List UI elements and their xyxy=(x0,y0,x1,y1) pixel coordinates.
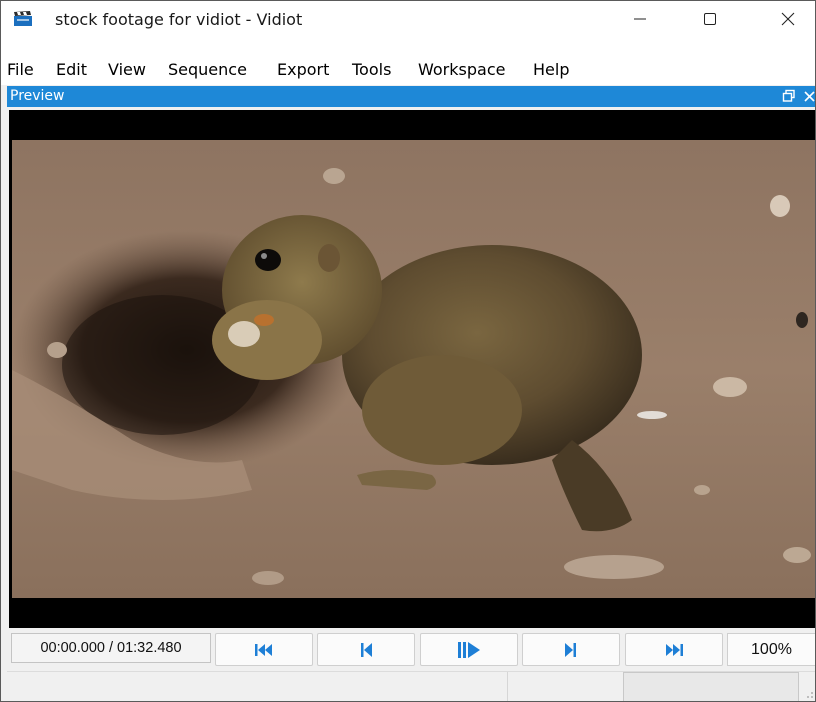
menu-tools[interactable]: Tools xyxy=(349,60,394,79)
menu-workspace[interactable]: Workspace xyxy=(415,60,508,79)
play-pause-icon xyxy=(458,641,480,658)
go-to-start-button[interactable] xyxy=(215,633,313,666)
close-button[interactable] xyxy=(765,1,811,36)
menu-edit[interactable]: Edit xyxy=(53,60,90,79)
maximize-icon xyxy=(704,12,716,25)
go-to-end-button[interactable] xyxy=(625,633,723,666)
maximize-button[interactable] xyxy=(687,1,733,36)
minimize-icon xyxy=(634,18,646,19)
title-bar[interactable]: stock footage for vidiot - Vidiot xyxy=(1,1,815,36)
menu-help[interactable]: Help xyxy=(530,60,572,79)
panel-title: Preview xyxy=(10,88,65,104)
menu-sequence[interactable]: Sequence xyxy=(165,60,250,79)
menu-view[interactable]: View xyxy=(105,60,149,79)
resize-grip-icon[interactable] xyxy=(806,691,814,701)
video-frame xyxy=(12,140,815,598)
step-forward-icon xyxy=(565,642,576,657)
skip-to-end-icon xyxy=(666,643,683,656)
timecode-display: 00:00.000 / 01:32.480 xyxy=(11,633,211,663)
status-separator xyxy=(507,672,508,701)
restore-icon[interactable] xyxy=(782,89,796,103)
menu-file[interactable]: File xyxy=(4,60,37,79)
clapperboard-icon xyxy=(14,11,32,26)
window-title: stock footage for vidiot - Vidiot xyxy=(55,10,303,29)
previous-frame-button[interactable] xyxy=(317,633,415,666)
minimize-button[interactable] xyxy=(617,1,663,36)
status-progress-box xyxy=(623,672,799,701)
close-icon[interactable] xyxy=(803,89,815,103)
app-window: stock footage for vidiot - Vidiot File E… xyxy=(0,0,816,702)
close-icon xyxy=(781,12,795,25)
step-back-icon xyxy=(361,642,372,657)
skip-to-start-icon xyxy=(255,643,272,656)
play-pause-button[interactable] xyxy=(420,633,518,666)
preview-panel-caption[interactable]: Preview xyxy=(7,86,815,107)
next-frame-button[interactable] xyxy=(522,633,620,666)
zoom-level[interactable]: 100% xyxy=(727,633,815,666)
menu-export[interactable]: Export xyxy=(274,60,332,79)
video-preview[interactable] xyxy=(9,110,815,628)
